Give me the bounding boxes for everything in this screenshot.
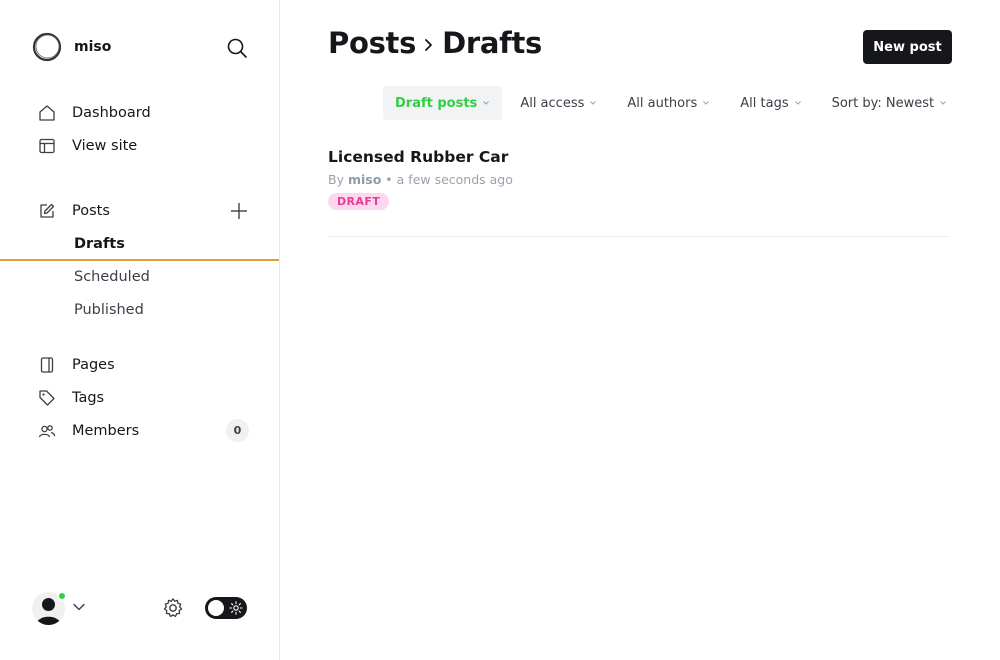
search-icon[interactable] — [226, 37, 248, 59]
post-author: miso — [347, 172, 382, 187]
theme-toggle[interactable] — [205, 597, 247, 619]
post-title: Licensed Rubber Car — [328, 148, 509, 166]
filter-access-select[interactable]: All access — [508, 86, 609, 120]
chevron-down-icon — [939, 99, 947, 107]
new-post-button[interactable]: New post — [863, 30, 952, 64]
chevron-down-icon — [794, 99, 802, 107]
gear-icon[interactable] — [162, 597, 184, 619]
breadcrumb-posts-link[interactable]: Posts — [328, 26, 416, 60]
page-title: Drafts — [442, 26, 542, 60]
sidebar-item-label: Dashboard — [72, 105, 151, 121]
chevron-down-icon[interactable] — [72, 600, 86, 614]
sidebar-item-scheduled[interactable]: Scheduled — [74, 265, 150, 289]
chevron-down-icon — [702, 99, 710, 107]
edit-icon — [37, 201, 57, 221]
status-badge: DRAFT — [328, 193, 390, 210]
sidebar-item-label: Posts — [72, 203, 110, 219]
filter-label: All access — [520, 95, 585, 111]
sidebar-item-members[interactable]: Members — [37, 419, 139, 443]
tag-icon — [37, 388, 57, 408]
chevron-down-icon — [589, 99, 597, 107]
home-icon — [37, 103, 57, 123]
main-content: Posts Drafts New post Draft posts All ac… — [280, 0, 1000, 660]
sun-icon — [229, 601, 243, 615]
sidebar-item-published[interactable]: Published — [74, 298, 144, 322]
brand[interactable]: miso — [32, 32, 111, 62]
sidebar-item-drafts[interactable]: Drafts — [74, 232, 125, 256]
active-indicator — [0, 259, 279, 261]
sidebar-item-label: View site — [72, 138, 138, 154]
filter-authors-select[interactable]: All authors — [615, 86, 722, 120]
sidebar-item-view-site[interactable]: View site — [37, 134, 137, 158]
online-status-dot — [57, 591, 67, 601]
site-name: miso — [74, 39, 112, 55]
filter-label: All authors — [627, 95, 698, 111]
members-count-badge: 0 — [226, 419, 249, 442]
add-post-icon[interactable] — [228, 200, 250, 222]
post-meta-separator: • — [385, 172, 393, 187]
sidebar-item-tags[interactable]: Tags — [37, 386, 104, 410]
post-time: a few seconds ago — [396, 172, 513, 187]
sort-select[interactable]: Sort by: Newest — [820, 86, 960, 120]
layout-icon — [37, 136, 57, 156]
filter-bar: Draft posts All access All authors All t… — [383, 86, 965, 120]
page-icon — [37, 355, 57, 375]
site-logo-icon — [32, 32, 62, 62]
chevron-down-icon — [482, 99, 490, 107]
sidebar: miso Dashboard View site Posts Drafts Sc… — [0, 0, 280, 660]
toggle-knob — [208, 600, 224, 616]
members-icon — [37, 421, 57, 441]
filter-label: Draft posts — [395, 95, 478, 111]
sidebar-item-posts[interactable]: Posts — [37, 199, 110, 223]
sidebar-item-pages[interactable]: Pages — [37, 353, 115, 377]
filter-tags-select[interactable]: All tags — [728, 86, 813, 120]
breadcrumb: Posts Drafts — [328, 26, 542, 60]
sidebar-item-label: Members — [72, 423, 140, 439]
filter-label: All tags — [740, 95, 789, 111]
chevron-right-icon — [423, 33, 435, 53]
list-item[interactable]: Licensed Rubber Car By miso • a few seco… — [328, 148, 950, 237]
post-meta-by: By — [328, 172, 344, 187]
post-meta: By miso • a few seconds ago — [328, 172, 950, 187]
sidebar-item-label: Tags — [72, 390, 105, 406]
filter-type-select[interactable]: Draft posts — [383, 86, 503, 120]
filter-label: Sort by: Newest — [831, 95, 935, 111]
sidebar-item-label: Pages — [72, 357, 115, 373]
sidebar-item-dashboard[interactable]: Dashboard — [37, 101, 151, 125]
